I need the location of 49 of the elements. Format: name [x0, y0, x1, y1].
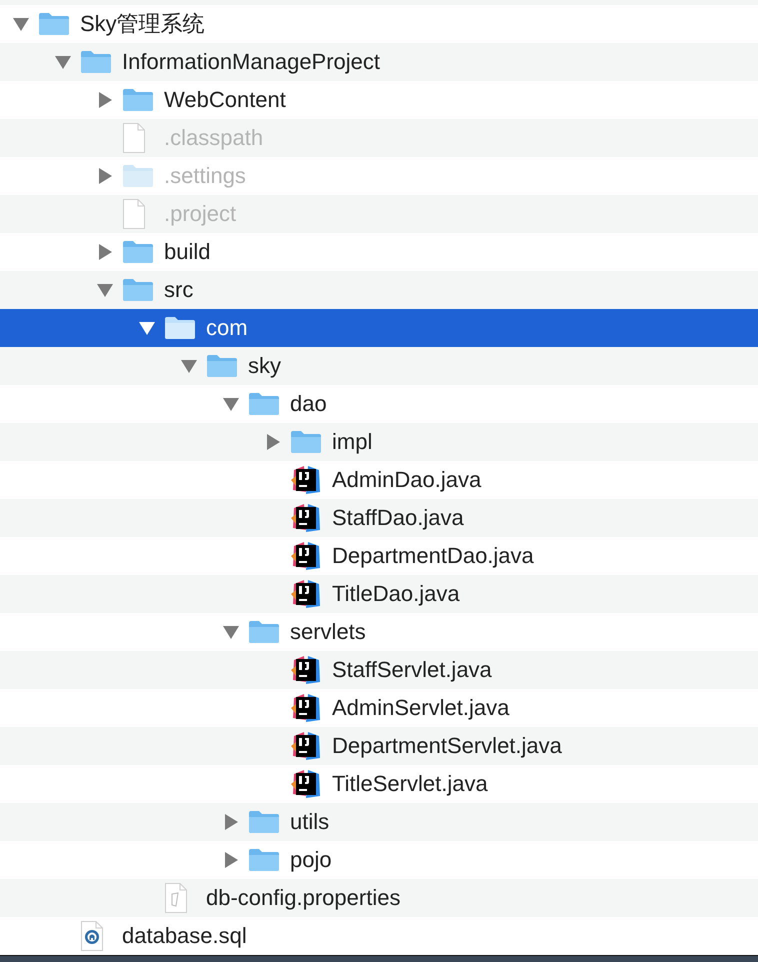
expand-arrow-icon[interactable] — [96, 91, 114, 109]
folder-icon — [248, 810, 280, 834]
collapse-arrow-icon[interactable] — [222, 623, 240, 641]
expand-arrow-icon[interactable] — [96, 167, 114, 185]
folder-icon — [248, 620, 280, 644]
collapse-arrow-icon[interactable] — [12, 15, 30, 33]
folder-icon — [122, 88, 154, 112]
collapse-arrow-icon[interactable] — [222, 395, 240, 413]
tree-row[interactable]: InformationManageProject — [0, 43, 758, 81]
expand-arrow-icon[interactable] — [222, 813, 240, 831]
folder-icon — [122, 278, 154, 302]
java-file-icon — [290, 730, 322, 762]
folder-icon — [164, 316, 196, 340]
collapse-arrow-icon[interactable] — [54, 53, 72, 71]
tree-row[interactable]: src — [0, 271, 758, 309]
tree-row[interactable]: StaffServlet.java — [0, 651, 758, 689]
java-file-icon — [290, 692, 322, 724]
folder-icon — [38, 12, 70, 36]
expand-arrow-icon[interactable] — [222, 851, 240, 869]
expand-arrow-icon[interactable] — [96, 243, 114, 261]
expand-arrow-icon[interactable] — [264, 433, 282, 451]
tree-row[interactable]: utils — [0, 803, 758, 841]
collapse-arrow-icon[interactable] — [96, 281, 114, 299]
tree-row[interactable]: impl — [0, 423, 758, 461]
folder-icon — [206, 354, 238, 378]
blank-file-icon — [122, 122, 146, 154]
java-file-icon — [290, 578, 322, 610]
folder-icon — [122, 240, 154, 264]
tree-row[interactable]: com — [0, 309, 758, 347]
tree-row[interactable]: sky — [0, 347, 758, 385]
tree-row[interactable]: TitleDao.java — [0, 575, 758, 613]
java-file-icon — [290, 502, 322, 534]
collapse-arrow-icon[interactable] — [138, 319, 156, 337]
folder-icon — [122, 164, 154, 188]
java-file-icon — [290, 768, 322, 800]
folder-icon — [248, 392, 280, 416]
folder-icon — [290, 430, 322, 454]
database-file-icon — [80, 920, 104, 952]
collapse-arrow-icon[interactable] — [180, 357, 198, 375]
tree-row[interactable]: db-config.properties — [0, 879, 758, 917]
tree-row[interactable]: StaffDao.java — [0, 499, 758, 537]
tree-row[interactable]: DepartmentServlet.java — [0, 727, 758, 765]
java-file-icon — [290, 654, 322, 686]
folder-icon — [248, 848, 280, 872]
java-file-icon — [290, 464, 322, 496]
blank-file-icon — [122, 198, 146, 230]
text-file-icon — [164, 882, 188, 914]
java-file-icon — [290, 540, 322, 572]
folder-icon — [80, 50, 112, 74]
